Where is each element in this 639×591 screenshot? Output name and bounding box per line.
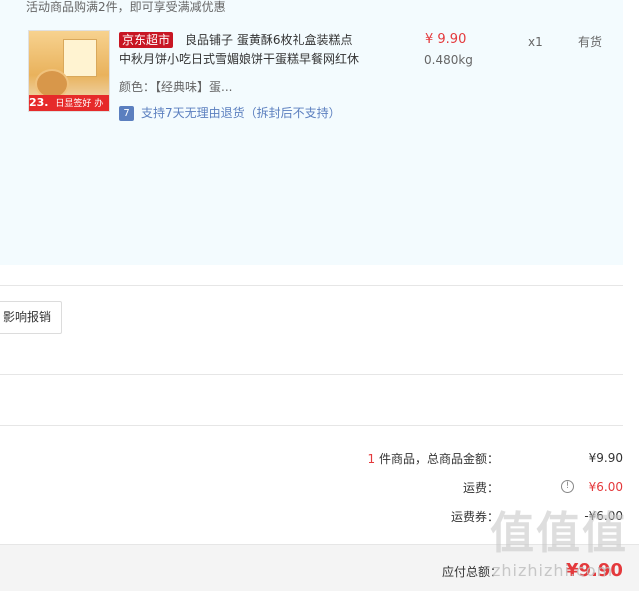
return-policy-text: 支持7天无理由退货（拆封后不支持） (141, 106, 341, 120)
item-count: 1 (367, 452, 376, 466)
invoice-button-label: 影响报销 (2, 310, 51, 324)
thumbnail-price-flag: 23. 日显签好 办酥不腻 (29, 95, 109, 111)
item-count-label: 1 件商品，总商品金额： (367, 452, 499, 466)
product-title-link-continued[interactable]: 中秋月饼小吃日式雪媚娘饼干蛋糕早餐网红休 (119, 51, 359, 67)
product-weight: 0.480kg (424, 53, 473, 67)
product-price: ¥ 9.90 (425, 32, 467, 47)
cart-item-panel: 活动商品购满2件，即可享受满减优惠 23. 日显签好 办酥不腻 京东超市 良品铺… (0, 0, 623, 265)
section-divider (0, 285, 623, 286)
thumbnail-price: 23. (29, 96, 49, 109)
shipping-coupon-value: -¥6.00 (584, 509, 623, 523)
gift-box-image (63, 39, 97, 77)
info-icon[interactable]: ! (561, 480, 574, 493)
goods-total-value: ¥9.90 (588, 451, 623, 465)
promo-text: 活动商品购满2件，即可享受满减优惠 (26, 0, 226, 14)
jd-supermarket-badge: 京东超市 (119, 32, 174, 48)
product-color-spec: 颜色：【经典味】蛋... (119, 80, 233, 94)
shipping-label: 运费： (462, 481, 499, 495)
payable-total-value: ¥9.90 (566, 560, 623, 581)
payment-bar (0, 544, 639, 591)
payable-total-label: 应付总额： (442, 565, 503, 579)
return-policy-icon: 7 (119, 106, 134, 121)
shipping-coupon-label: 运费券： (450, 510, 499, 524)
product-thumbnail[interactable]: 23. 日显签好 办酥不腻 (28, 30, 110, 112)
invoice-button[interactable]: 影响报销 (0, 301, 62, 334)
product-title-link[interactable]: 良品铺子 蛋黄酥6枚礼盒装糕点 (185, 32, 352, 48)
section-divider (0, 374, 623, 375)
product-quantity: x1 (528, 35, 543, 49)
stock-status: 有货 (578, 35, 603, 49)
shipping-value: ¥6.00 (588, 480, 623, 494)
section-divider (0, 425, 623, 426)
